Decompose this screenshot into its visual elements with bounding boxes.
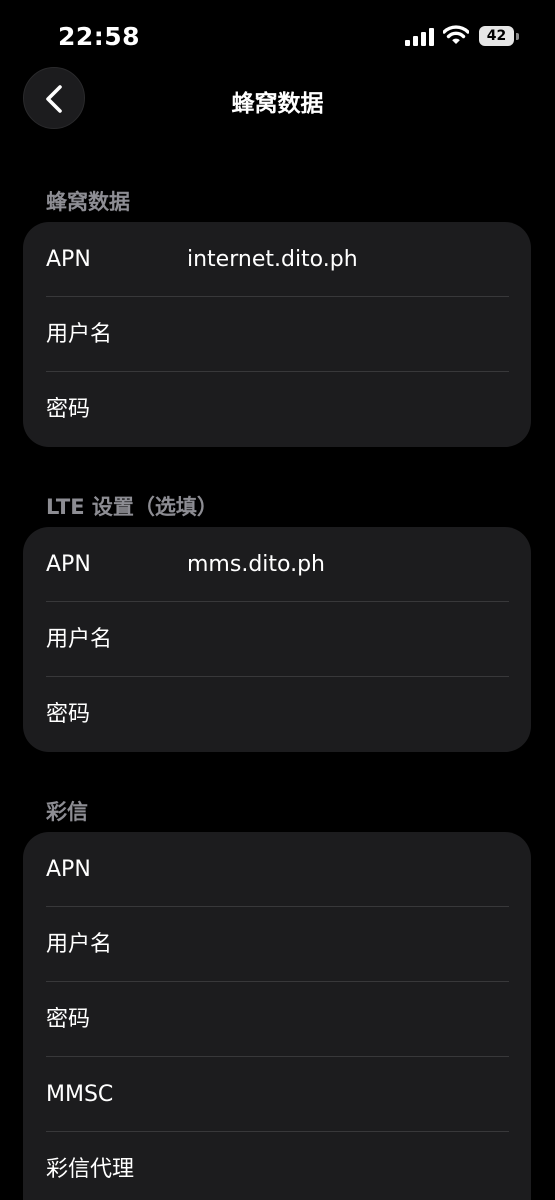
section-header-cellular-data: 蜂窝数据 [46, 190, 130, 214]
signal-icon [405, 28, 434, 46]
wifi-icon [443, 25, 469, 44]
row-label: APN [46, 857, 91, 882]
row-label: 密码 [46, 1007, 91, 1032]
cellular-data-group: APN internet.dito.ph 用户名 密码 [23, 222, 531, 447]
row-username[interactable]: 用户名 [23, 297, 531, 372]
row-apn[interactable]: APN mms.dito.ph [23, 527, 531, 602]
row-apn[interactable]: APN [23, 832, 531, 907]
section-header-lte-settings: LTE 设置（选填） [46, 495, 218, 519]
row-label: MMSC [46, 1082, 114, 1107]
row-label: APN [46, 247, 91, 272]
row-label: 密码 [46, 397, 91, 422]
section-header-mms: 彩信 [46, 800, 88, 824]
row-label: 用户名 [46, 627, 113, 652]
battery-icon: 42 [479, 26, 519, 46]
row-password[interactable]: 密码 [23, 372, 531, 447]
status-bar: 22:58 42 [0, 0, 555, 72]
status-time: 22:58 [58, 22, 141, 51]
row-label: APN [46, 552, 91, 577]
row-label: 用户名 [46, 932, 113, 957]
row-mmsc[interactable]: MMSC [23, 1057, 531, 1132]
row-label: 用户名 [46, 322, 113, 347]
row-password[interactable]: 密码 [23, 677, 531, 752]
row-label: 密码 [46, 702, 91, 727]
battery-level: 42 [479, 26, 514, 46]
row-username[interactable]: 用户名 [23, 907, 531, 982]
row-username[interactable]: 用户名 [23, 602, 531, 677]
apn-input[interactable]: internet.dito.ph [187, 222, 358, 297]
mms-group: APN 用户名 密码 MMSC 彩信代理 [23, 832, 531, 1200]
apn-input[interactable]: mms.dito.ph [187, 527, 325, 602]
row-apn[interactable]: APN internet.dito.ph [23, 222, 531, 297]
row-mms-proxy[interactable]: 彩信代理 [23, 1132, 531, 1200]
row-label: 彩信代理 [46, 1157, 135, 1182]
page-title: 蜂窝数据 [231, 91, 324, 117]
lte-settings-group: APN mms.dito.ph 用户名 密码 [23, 527, 531, 752]
cellular-data-settings-screen: 22:58 42 蜂窝数据 蜂窝数据 APN internet.dito.ph [0, 0, 555, 1200]
battery-cap [516, 33, 519, 40]
row-password[interactable]: 密码 [23, 982, 531, 1057]
